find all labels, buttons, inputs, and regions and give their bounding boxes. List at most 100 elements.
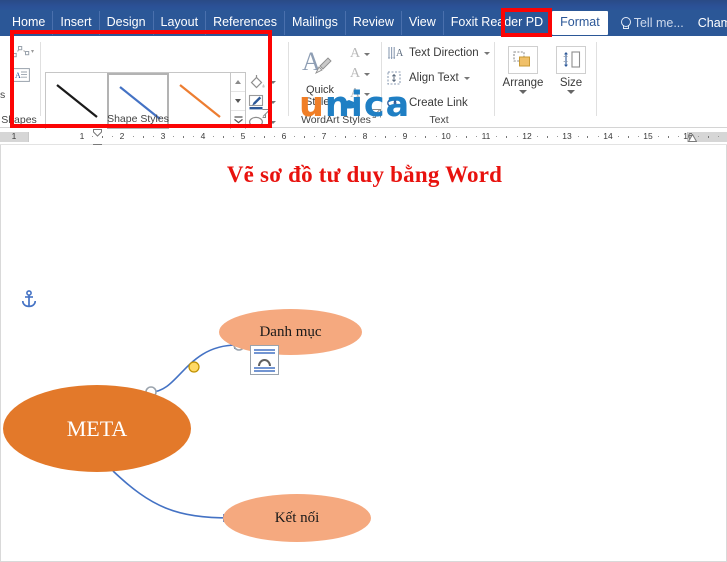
connector-layer bbox=[112, 339, 245, 522]
svg-text:A: A bbox=[396, 48, 404, 59]
text-direction-label: Text Direction bbox=[409, 47, 479, 59]
chevron-down-icon[interactable] bbox=[364, 52, 371, 56]
ruler-number: 3 bbox=[160, 131, 166, 141]
layout-options-icon[interactable] bbox=[250, 345, 279, 375]
chevron-down-icon[interactable] bbox=[483, 51, 490, 55]
object-anchor-icon bbox=[21, 290, 37, 313]
tab-layout[interactable]: Layout bbox=[154, 11, 207, 35]
ruler-number: 2 bbox=[119, 131, 125, 141]
document-title-text: Vẽ sơ đồ tư duy bằng Word bbox=[226, 162, 503, 187]
document-canvas[interactable]: Vẽ sơ đồ tư duy bằng Word META Danh mục bbox=[0, 145, 727, 562]
right-indent-marker[interactable] bbox=[687, 133, 698, 142]
tab-design[interactable]: Design bbox=[100, 11, 154, 35]
word-window: Home Insert Design Layout References Mai… bbox=[0, 0, 727, 562]
node-meta[interactable]: META bbox=[3, 385, 191, 472]
unica-watermark: unica bbox=[299, 88, 410, 123]
tell-me-label: Tell me... bbox=[633, 16, 684, 30]
shapes-side-text: s bbox=[0, 89, 6, 101]
horizontal-ruler[interactable]: 1 1 2 3 4 5 6 7 8 9 10 11 12 13 14 15 16 bbox=[0, 129, 727, 151]
shape-fill-button[interactable] bbox=[246, 72, 288, 92]
node-meta-label: META bbox=[66, 415, 128, 441]
shape-styles-scrollbar[interactable] bbox=[231, 72, 246, 130]
arrange-icon bbox=[508, 46, 538, 74]
tab-mailings[interactable]: Mailings bbox=[285, 11, 346, 35]
node-ket-noi-label: Kết nối bbox=[274, 509, 320, 526]
tell-me-box[interactable]: Tell me... bbox=[610, 16, 692, 30]
lightbulb-icon bbox=[620, 16, 631, 30]
tab-foxit-reader-pdf[interactable]: Foxit Reader PD bbox=[444, 11, 550, 35]
connector-adjust-handle[interactable] bbox=[188, 361, 200, 373]
unica-watermark-rest: nica bbox=[324, 85, 411, 125]
more-styles-icon[interactable] bbox=[231, 110, 245, 129]
ruler-number: 6 bbox=[281, 131, 287, 141]
size-icon bbox=[556, 46, 586, 74]
text-direction-icon: A bbox=[388, 47, 404, 59]
ribbon-tab-strip: Home Insert Design Layout References Mai… bbox=[0, 10, 727, 36]
create-link-label: Create Link bbox=[409, 97, 468, 109]
align-text-button[interactable]: Align Text bbox=[387, 71, 470, 85]
ruler-number: 10 bbox=[441, 131, 451, 141]
text-outline-icon: A bbox=[350, 66, 361, 81]
ruler-number: 1 bbox=[79, 131, 85, 141]
align-text-icon bbox=[387, 71, 401, 85]
text-fill-icon: A bbox=[350, 46, 361, 61]
arrange-label: Arrange bbox=[502, 77, 544, 89]
tab-references[interactable]: References bbox=[206, 11, 285, 35]
tab-home[interactable]: Home bbox=[0, 11, 54, 35]
ruler-number: 4 bbox=[200, 131, 206, 141]
node-danh-muc[interactable]: Danh mục bbox=[219, 309, 362, 355]
text-outline-button[interactable]: A bbox=[350, 64, 371, 84]
quick-styles-icon[interactable]: A bbox=[300, 46, 340, 87]
group-separator-1 bbox=[40, 42, 41, 116]
size-label: Size bbox=[559, 77, 583, 89]
tab-insert[interactable]: Insert bbox=[53, 11, 100, 35]
chevron-down-icon[interactable] bbox=[463, 76, 470, 80]
user-account-name[interactable]: Cham Yoko bbox=[692, 16, 727, 30]
shape-fill-icon bbox=[250, 74, 265, 88]
shape-styles-dialog-launcher[interactable] bbox=[262, 105, 271, 123]
shape-format-icon-column bbox=[246, 72, 288, 132]
ruler-number: 12 bbox=[522, 131, 532, 141]
scroll-up-icon[interactable] bbox=[231, 73, 245, 91]
tab-format[interactable]: Format bbox=[552, 11, 608, 35]
scroll-down-icon[interactable] bbox=[231, 91, 245, 110]
edit-shape-icon[interactable] bbox=[12, 45, 34, 64]
text-direction-button[interactable]: A Text Direction bbox=[387, 46, 490, 60]
ribbon-group-shapes: A s Shapes bbox=[0, 36, 38, 128]
connector-meta-danhmuc[interactable] bbox=[150, 344, 238, 393]
chevron-down-icon[interactable] bbox=[567, 90, 575, 94]
group-separator-4 bbox=[494, 42, 495, 116]
ruler-text-band bbox=[28, 132, 688, 142]
title-bar bbox=[0, 0, 727, 10]
align-text-label: Align Text bbox=[409, 72, 459, 84]
graduation-cap-icon bbox=[340, 83, 358, 118]
ruler-number: 11 bbox=[481, 131, 491, 141]
node-ket-noi[interactable]: Kết nối bbox=[223, 494, 371, 542]
text-box-icon[interactable]: A bbox=[12, 68, 30, 87]
svg-text:A: A bbox=[15, 71, 21, 80]
chevron-down-icon[interactable] bbox=[364, 72, 371, 76]
text-fill-button[interactable]: A bbox=[350, 44, 371, 64]
group-label-shapes: Shapes bbox=[1, 114, 37, 126]
arrange-button[interactable]: Arrange bbox=[500, 40, 546, 94]
chevron-down-icon[interactable] bbox=[270, 80, 276, 84]
tab-view[interactable]: View bbox=[402, 11, 444, 35]
node-danh-muc-label: Danh mục bbox=[259, 323, 322, 340]
ruler-number: 9 bbox=[402, 131, 408, 141]
ruler-number: 7 bbox=[321, 131, 327, 141]
first-line-indent-marker[interactable] bbox=[93, 129, 102, 137]
unica-watermark-u: u bbox=[299, 85, 325, 125]
ruler-number: 8 bbox=[362, 131, 368, 141]
connector-meta-ketnoi[interactable] bbox=[112, 470, 232, 519]
ruler-number: 1 bbox=[11, 131, 17, 141]
ruler-number: 5 bbox=[240, 131, 246, 141]
size-button[interactable]: Size bbox=[548, 40, 594, 94]
ruler-number: 13 bbox=[562, 131, 572, 141]
ruler-number: 15 bbox=[643, 131, 653, 141]
group-separator-2 bbox=[288, 42, 289, 116]
chevron-down-icon[interactable] bbox=[519, 90, 527, 94]
chevron-down-icon[interactable] bbox=[270, 100, 276, 104]
group-separator-5 bbox=[596, 42, 597, 116]
ruler-number: 14 bbox=[603, 131, 613, 141]
tab-review[interactable]: Review bbox=[346, 11, 402, 35]
